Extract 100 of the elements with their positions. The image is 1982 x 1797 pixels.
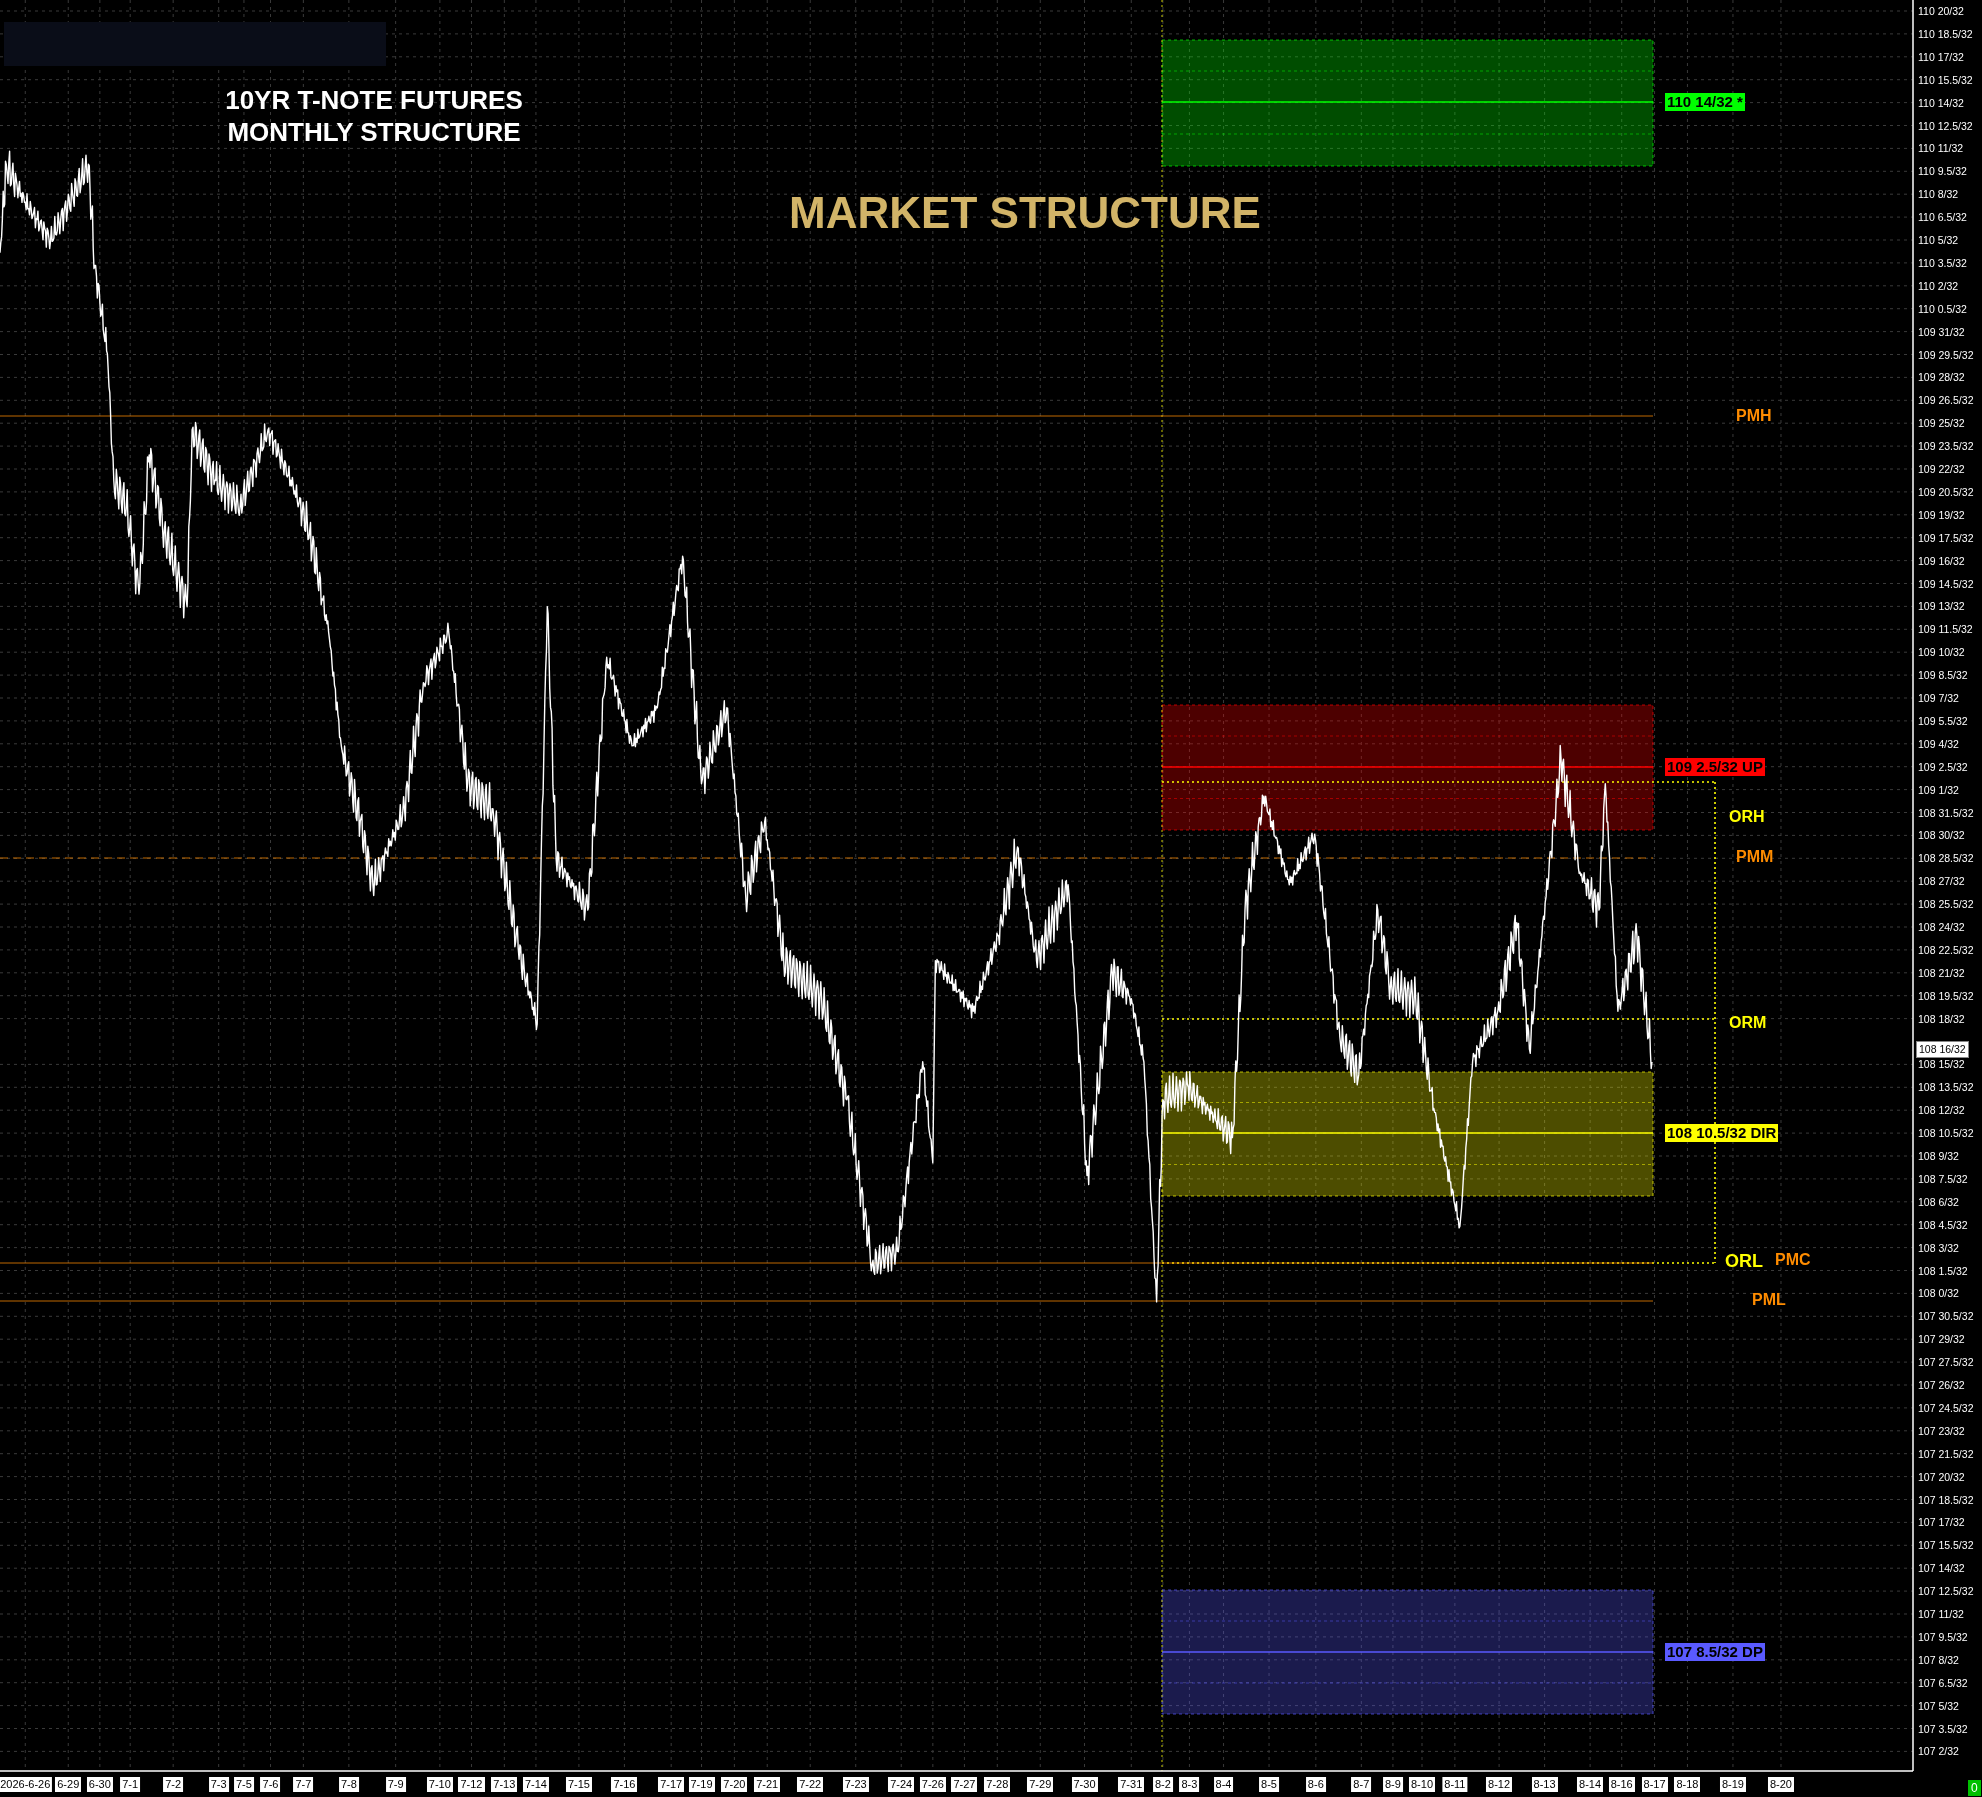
price-axis-label: 110 0.5/32 (1918, 301, 1967, 317)
price-axis-label: 110 20/32 (1918, 4, 1964, 19)
price-axis-label: 107 5/32 (1918, 1698, 1959, 1714)
date-axis-label: 7-12 (458, 1777, 485, 1792)
title-line: 10YR T-NOTE FUTURES (225, 84, 523, 116)
current-price-label: 108 16/32 (1916, 1041, 1969, 1058)
date-axis-label: 7-2 (163, 1777, 184, 1792)
price-axis-label: 110 8/32 (1918, 187, 1959, 203)
price-axis-label: 109 7/32 (1918, 691, 1959, 706)
date-axis-label: 7-26 (919, 1777, 946, 1792)
price-axis-label: 110 9.5/32 (1918, 164, 1967, 180)
date-axis-label: 7-1 (120, 1777, 141, 1792)
price-axis-label: 107 3.5/32 (1918, 1721, 1968, 1737)
level-label: PML (1752, 1291, 1786, 1309)
price-axis-label: 109 1/32 (1918, 782, 1959, 798)
price-axis-label: 107 12.5/32 (1918, 1584, 1974, 1600)
date-axis-label: 7-20 (721, 1777, 748, 1792)
price-axis-label: 107 18.5/32 (1918, 1492, 1974, 1508)
date-axis-label: 7-19 (688, 1777, 715, 1792)
price-axis-label: 108 10.5/32 (1918, 1126, 1974, 1142)
price-axis-label: 107 29/32 (1918, 1332, 1965, 1348)
price-axis-label: 109 13/32 (1918, 599, 1965, 615)
price-axis-label: 107 23/32 (1918, 1423, 1965, 1439)
date-axis-label: 8-18 (1674, 1777, 1701, 1792)
price-axis-label: 108 3/32 (1918, 1240, 1959, 1256)
date-axis-label: 7-24 (888, 1777, 915, 1792)
price-tag: 109 2.5/32 UP (1665, 758, 1765, 776)
date-axis-label: 8-4 (1213, 1777, 1234, 1792)
price-axis-label: 108 7.5/32 (1918, 1171, 1968, 1187)
price-axis-label: 109 31/32 (1918, 324, 1965, 340)
price-axis-label: 108 19.5/32 (1918, 988, 1974, 1004)
date-axis-label: 2026-6-26 (0, 1777, 53, 1792)
level-label: PMH (1736, 407, 1772, 425)
price-axis-label: 109 8.5/32 (1918, 668, 1968, 684)
price-axis-label: 109 2.5/32 (1918, 759, 1968, 775)
date-axis-label: 7-23 (842, 1777, 869, 1792)
price-axis-label: 109 23.5/32 (1918, 439, 1974, 455)
date-axis-label: 8-6 (1305, 1777, 1326, 1792)
date-axis-label: 8-5 (1259, 1777, 1279, 1792)
price-axis-label: 107 15.5/32 (1918, 1538, 1974, 1554)
price-axis-label: 109 25/32 (1918, 416, 1965, 432)
date-axis-label: 7-21 (754, 1777, 781, 1792)
price-tag: 107 8.5/32 DP (1665, 1643, 1765, 1661)
price-axis-label: 107 14/32 (1918, 1561, 1965, 1577)
price-axis-label: 107 21.5/32 (1918, 1446, 1974, 1462)
price-axis-label: 110 18.5/32 (1918, 26, 1973, 42)
level-label: PMM (1736, 848, 1774, 866)
date-axis-label: 8-20 (1767, 1777, 1794, 1792)
price-axis-label: 108 15/32 (1918, 1057, 1965, 1073)
price-axis-label: 110 3.5/32 (1918, 255, 1967, 271)
date-axis-label: 6-30 (86, 1777, 113, 1792)
price-axis-label: 109 4/32 (1918, 736, 1959, 752)
date-axis-label: 7-29 (1027, 1777, 1054, 1792)
date-axis-label: 7-28 (984, 1777, 1011, 1792)
price-axis-label: 109 28/32 (1918, 370, 1965, 386)
price-axis-label: 108 24/32 (1918, 920, 1965, 935)
price-axis-label: 110 11/32 (1918, 141, 1964, 157)
date-axis-label: 8-2 (1152, 1777, 1173, 1792)
price-axis-label: 109 26.5/32 (1918, 393, 1974, 409)
date-axis-label: 8-16 (1608, 1777, 1635, 1792)
price-axis-label: 109 11.5/32 (1918, 622, 1973, 638)
price-tag: 110 14/32 * (1665, 93, 1745, 111)
price-axis-label: 107 2/32 (1918, 1744, 1959, 1760)
price-axis-label: 108 21/32 (1918, 965, 1965, 981)
price-axis-label: 110 12.5/32 (1918, 118, 1973, 134)
counter-badge: 0 (1968, 1780, 1981, 1796)
price-axis-label: 108 1.5/32 (1918, 1263, 1968, 1279)
date-axis-label: 8-14 (1577, 1777, 1604, 1792)
price-axis-label: 109 10/32 (1918, 645, 1965, 661)
price-axis-label: 107 30.5/32 (1918, 1309, 1974, 1325)
price-axis-label: 108 27/32 (1918, 874, 1965, 890)
date-axis-label: 7-8 (338, 1777, 359, 1792)
price-axis-label: 107 6.5/32 (1918, 1675, 1968, 1691)
date-axis-label: 7-5 (234, 1777, 254, 1792)
date-axis-label: 8-12 (1486, 1777, 1513, 1792)
date-axis-label: 8-19 (1719, 1777, 1746, 1792)
date-axis-label: 8-11 (1442, 1777, 1468, 1792)
price-axis-label: 108 4.5/32 (1918, 1217, 1968, 1233)
price-axis-label: 109 16/32 (1918, 553, 1965, 569)
date-axis-label: 7-3 (208, 1777, 229, 1792)
price-axis-label: 108 9/32 (1918, 1149, 1959, 1164)
price-axis-label: 109 17.5/32 (1918, 530, 1974, 546)
chart-heading: MARKET STRUCTURE (788, 188, 1262, 238)
date-axis-label: 7-22 (797, 1777, 824, 1792)
level-label: ORM (1729, 1014, 1767, 1032)
price-axis-label: 107 9.5/32 (1918, 1629, 1968, 1645)
price-axis-label: 109 29.5/32 (1918, 347, 1974, 363)
date-axis-label: 7-27 (951, 1777, 978, 1792)
date-axis-label: 7-10 (426, 1777, 453, 1792)
price-tag: 108 10.5/32 DIR (1665, 1124, 1779, 1142)
price-axis-label: 108 28.5/32 (1918, 851, 1974, 867)
date-axis-label: 6-29 (55, 1777, 82, 1792)
date-axis-label: 7-31 (1118, 1777, 1145, 1792)
price-axis-label: 107 24.5/32 (1918, 1400, 1974, 1416)
price-axis-label: 108 12/32 (1918, 1103, 1965, 1119)
date-axis-label: 7-16 (611, 1777, 638, 1792)
price-axis-label: 107 8/32 (1918, 1652, 1959, 1668)
date-axis-label: 7-7 (293, 1777, 314, 1792)
date-axis-label: 8-10 (1409, 1777, 1435, 1792)
price-axis-label: 109 20.5/32 (1918, 484, 1974, 500)
